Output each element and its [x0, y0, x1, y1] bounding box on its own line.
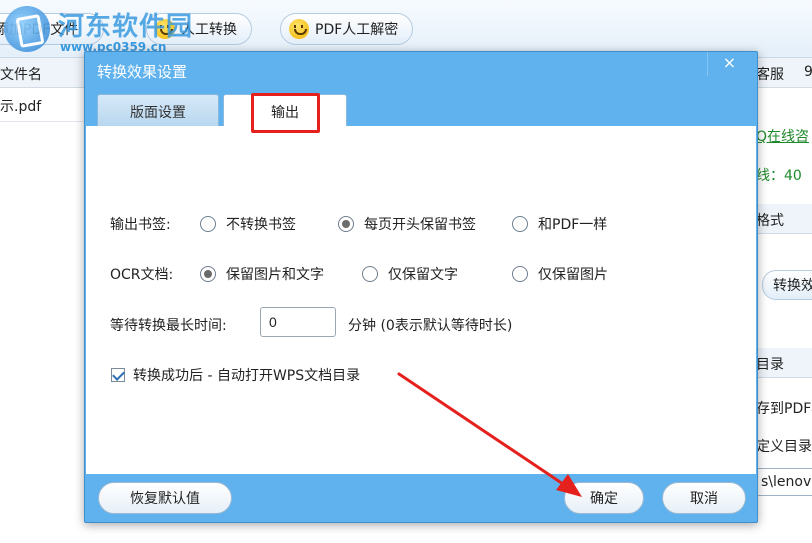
radio-button[interactable]: [362, 266, 378, 282]
radio-button-selected[interactable]: [200, 266, 216, 282]
bookmark-option-same-as-pdf[interactable]: 和PDF一样: [512, 214, 607, 234]
auto-open-label: 转换成功后 - 自动打开WPS文档目录: [133, 368, 361, 384]
format-header: 格式: [756, 204, 812, 234]
convert-settings-dialog: 转换效果设置 × 版面设置 输出 输出书签: 不转换书签 每页开头保留书签 和P…: [84, 51, 758, 523]
file-list-header: 文件名: [0, 58, 84, 88]
dialog-footer: 恢复默认值 确定 取消: [86, 474, 756, 522]
ocr-option-image-text[interactable]: 保留图片和文字: [200, 264, 324, 284]
wait-time-row: 等待转换最长时间:: [110, 315, 227, 335]
online-consult-link[interactable]: Q在线咨: [756, 126, 809, 146]
dialog-title: 转换效果设置: [97, 63, 188, 81]
cancel-label: 取消: [690, 491, 718, 507]
ok-button[interactable]: 确定: [564, 482, 644, 514]
auto-open-checkbox-row[interactable]: 转换成功后 - 自动打开WPS文档目录: [111, 365, 360, 385]
save-to-pdf-option[interactable]: 存到PDF相: [756, 398, 812, 418]
restore-defaults-button[interactable]: 恢复默认值: [98, 482, 232, 514]
bookmark-label: 输出书签:: [110, 217, 171, 233]
site-watermark: 河东软件园 www.pc0359.cn: [0, 4, 220, 54]
tab-highlight-box: [251, 93, 320, 133]
dialog-tabs: 版面设置 输出: [85, 92, 757, 127]
file-name: 示.pdf: [0, 99, 42, 115]
file-name-column: 文件名: [0, 67, 42, 83]
format-label: 格式: [756, 213, 784, 229]
wait-time-hint-text: 分钟 (0表示默认等待时长): [348, 318, 513, 334]
ok-label: 确定: [590, 491, 618, 507]
service-header: 客服 9: [756, 58, 812, 88]
directory-label: 目录: [756, 357, 784, 373]
ocr-label: OCR文档:: [110, 267, 174, 283]
tab-layout-label: 版面设置: [130, 105, 186, 121]
directory-header: 目录: [756, 348, 812, 378]
manual-decrypt-label: PDF人工解密: [315, 22, 399, 38]
hotline-text: 线：40: [756, 168, 802, 184]
file-list-item[interactable]: 示.pdf: [0, 90, 84, 122]
close-icon[interactable]: ×: [707, 52, 751, 76]
watermark-title: 河东软件园: [58, 12, 194, 42]
custom-directory-option[interactable]: 定义目录: [756, 436, 812, 456]
tab-layout-settings[interactable]: 版面设置: [97, 94, 219, 126]
bookmark-option-none[interactable]: 不转换书签: [200, 214, 296, 234]
option-label: 仅保留文字: [388, 267, 458, 283]
ocr-option-text-only[interactable]: 仅保留文字: [362, 264, 458, 284]
radio-button[interactable]: [512, 216, 528, 232]
ocr-option-image-only[interactable]: 仅保留图片: [512, 264, 608, 284]
service-extra: 9: [804, 64, 812, 80]
option-label: 不转换书签: [226, 217, 296, 233]
radio-button[interactable]: [200, 216, 216, 232]
convert-effect-button[interactable]: 转换效: [762, 270, 812, 300]
directory-path-input[interactable]: s\lenovo: [756, 468, 812, 496]
option-label: 每页开头保留书签: [364, 217, 476, 233]
checkbox-checked[interactable]: [111, 368, 125, 382]
ocr-row: OCR文档:: [110, 264, 173, 284]
service-label: 客服: [756, 67, 784, 83]
watermark-logo-icon: [4, 6, 50, 52]
wait-time-label: 等待转换最长时间:: [110, 318, 227, 334]
option-label: 仅保留图片: [538, 267, 608, 283]
output-settings-panel: 输出书签: 不转换书签 每页开头保留书签 和PDF一样 OCR文档: 保留图片和…: [86, 126, 756, 474]
right-panel: 客服 9 Q在线咨 线：40 格式 转换效 目录 存到PDF相 定义目录 s\l…: [756, 58, 812, 543]
restore-defaults-label: 恢复默认值: [130, 491, 200, 507]
wait-time-hint: 分钟 (0表示默认等待时长): [348, 315, 512, 335]
wait-time-input[interactable]: [260, 307, 336, 337]
radio-button-selected[interactable]: [338, 216, 354, 232]
cancel-button[interactable]: 取消: [662, 482, 746, 514]
bookmark-option-per-page[interactable]: 每页开头保留书签: [338, 214, 476, 234]
smiley-icon: [289, 19, 309, 39]
option-label: 和PDF一样: [538, 217, 608, 233]
bookmark-row: 输出书签:: [110, 214, 171, 234]
radio-button[interactable]: [512, 266, 528, 282]
option-label: 保留图片和文字: [226, 267, 324, 283]
manual-decrypt-button[interactable]: PDF人工解密: [280, 13, 414, 45]
